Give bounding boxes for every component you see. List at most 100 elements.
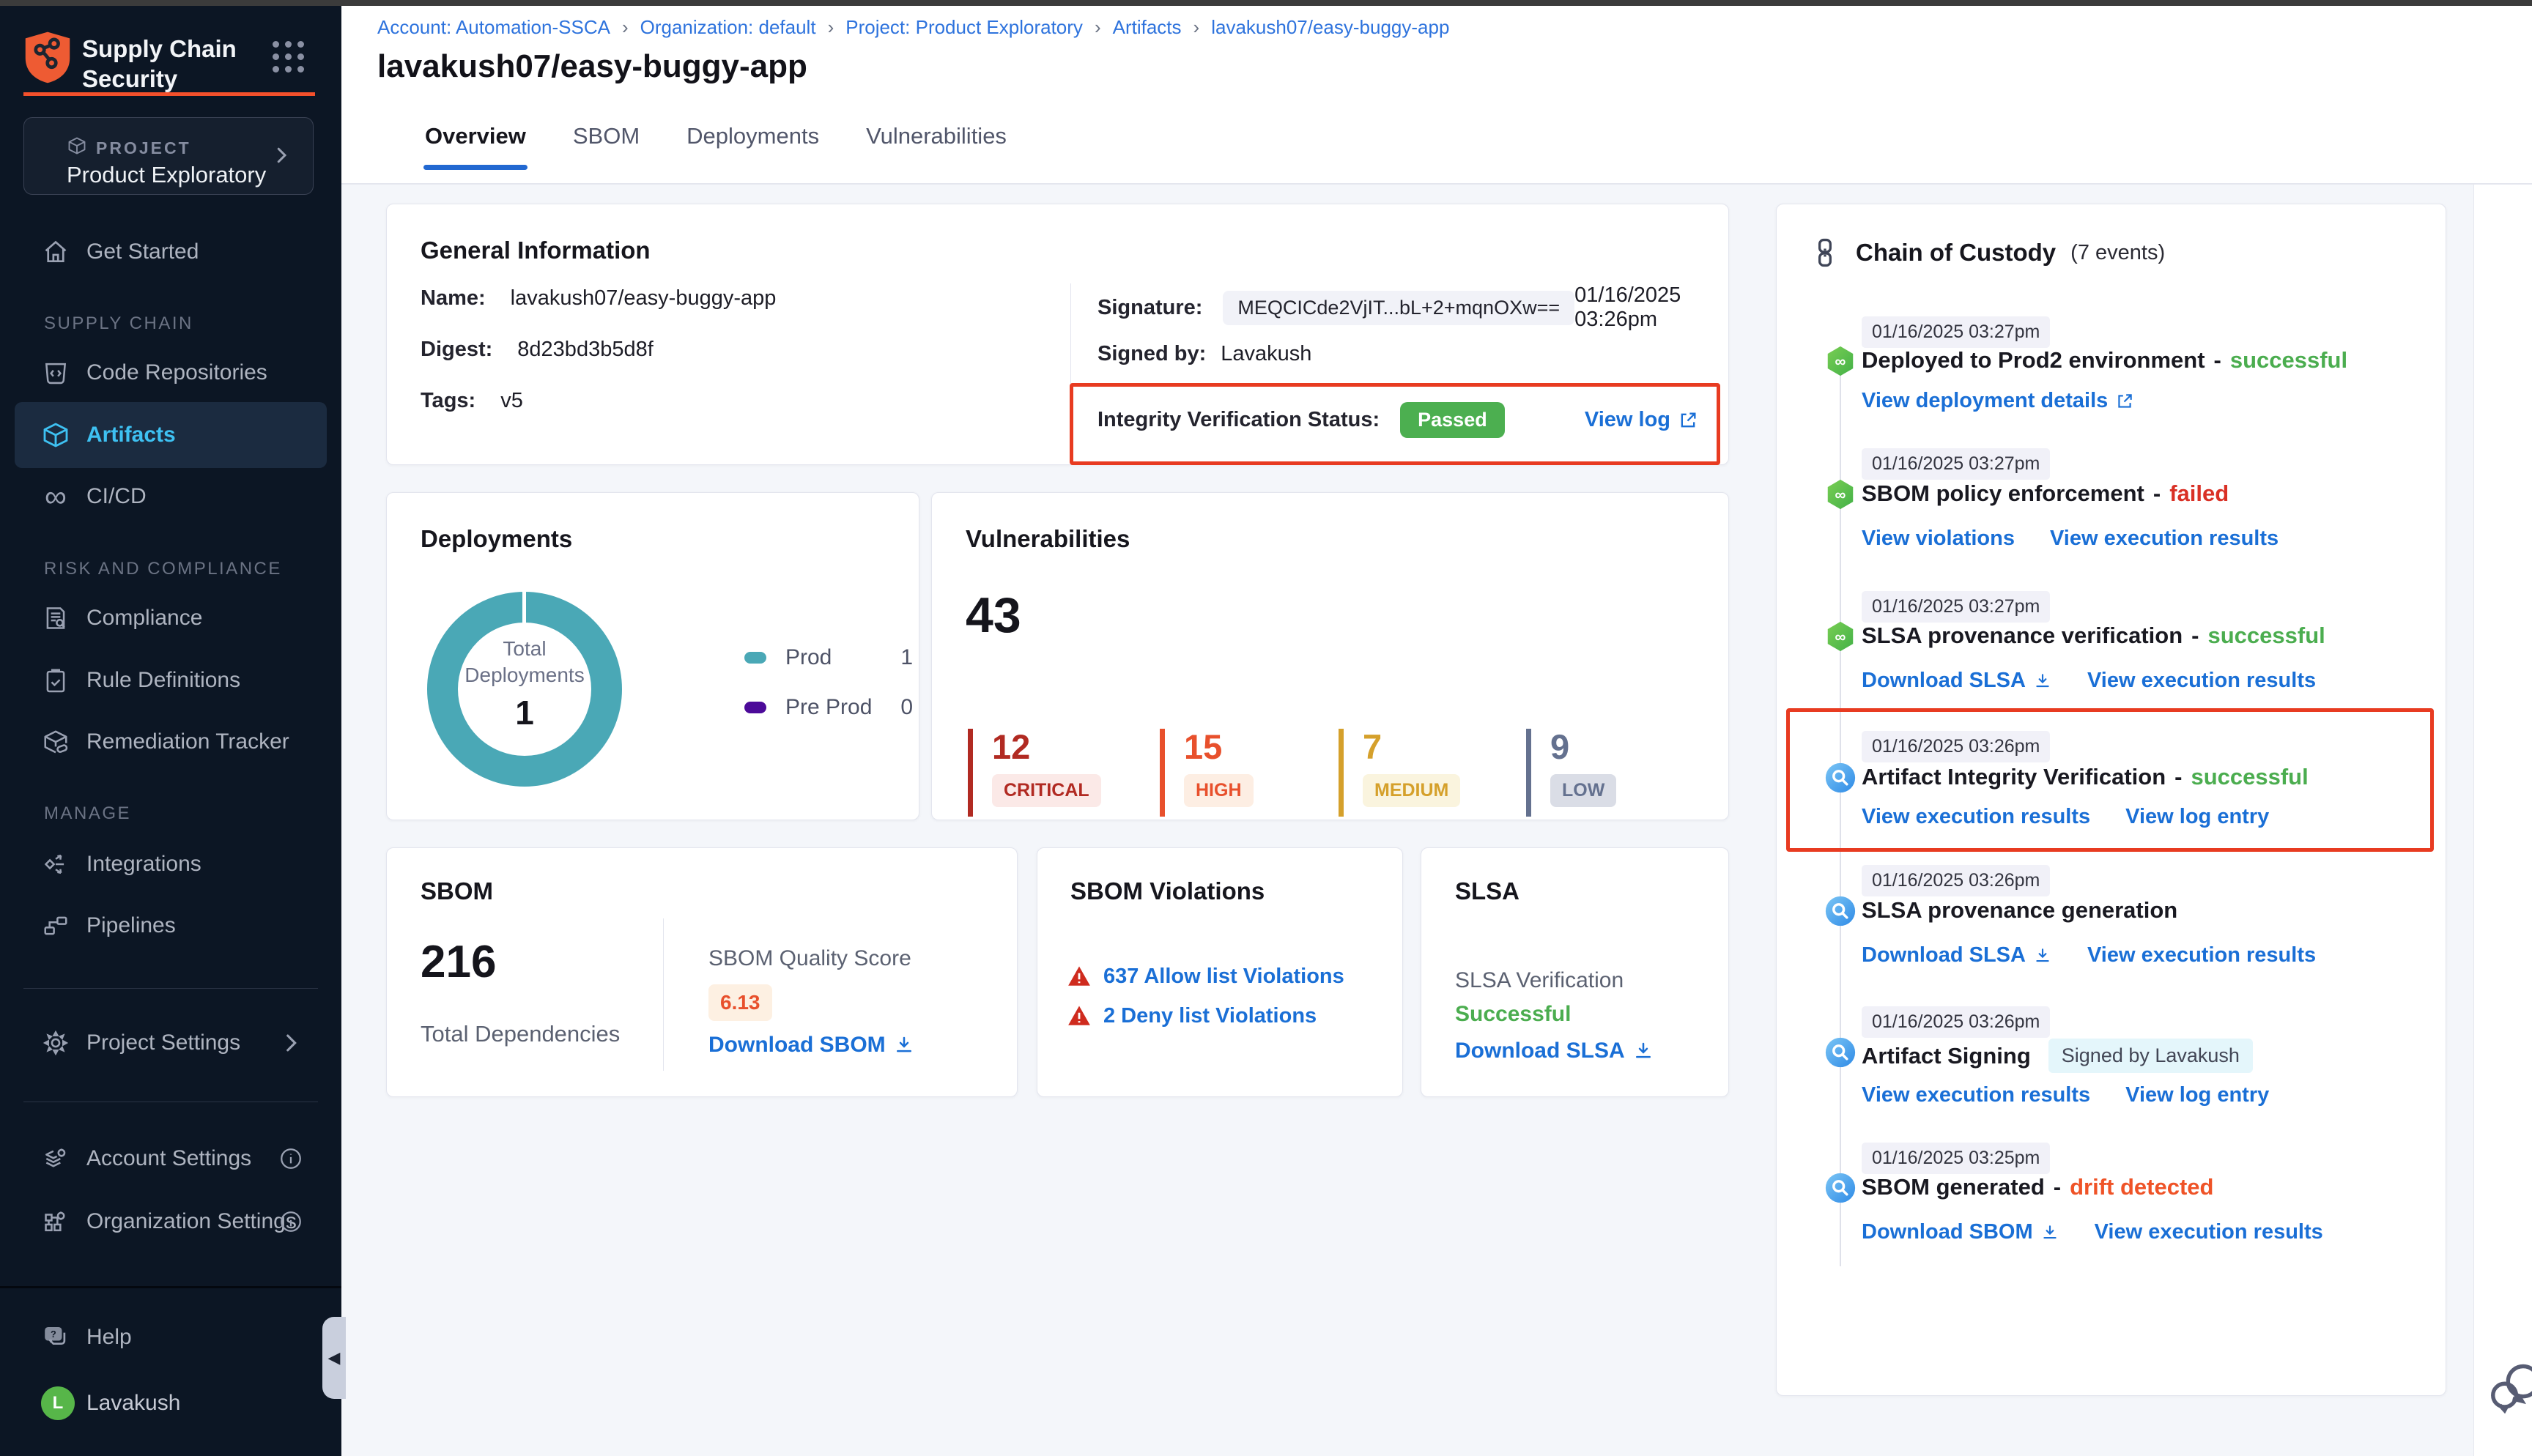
breadcrumb-organization[interactable]: Organization: default [640,16,816,39]
deployments-card: Deployments Total Deployments 1 Prod 1 P… [386,492,919,820]
allow-list-violations: 637 Allow list Violations [1067,964,1344,989]
view-execution-results-link[interactable]: View execution results [2095,1220,2323,1244]
module-grid-icon[interactable] [273,41,305,73]
download-slsa-link[interactable]: Download SLSA [1862,669,2052,693]
sidebar-item-code-repositories[interactable]: Code Repositories [0,343,341,402]
integrity-status-badge: Passed [1400,402,1505,438]
event-title-row: Deployed to Prod2 environment - successf… [1862,347,2347,374]
download-icon [893,1034,915,1056]
project-selector[interactable]: PROJECT Product Exploratory [23,117,314,195]
view-log-entry-link[interactable]: View log entry [2125,805,2269,829]
sidebar-divider [23,988,318,989]
pipeline-hexagon-icon: ∞ [1824,478,1857,511]
sidebar: Supply Chain Security PROJECT Product Ex… [0,0,341,1456]
pipeline-hexagon-icon: ∞ [1824,620,1857,653]
view-log-link[interactable]: View log [1585,408,1698,432]
view-execution-results-link[interactable]: View execution results [1862,805,2090,829]
tab-overview[interactable]: Overview [425,123,526,170]
chevron-right-icon [270,144,292,166]
tags-value: v5 [500,389,523,413]
signature-value: MEQCICde2VjIT...bL+2+mqnOXw== [1223,291,1574,325]
view-execution-results-link[interactable]: View execution results [2087,669,2316,693]
sidebar-user[interactable]: L Lavakush [0,1374,341,1433]
breadcrumb-separator: › [1095,16,1101,39]
deny-list-violations: 2 Deny list Violations [1067,1003,1317,1028]
sidebar-item-remediation-tracker[interactable]: Remediation Tracker [0,713,341,771]
sidebar-item-compliance[interactable]: Compliance [0,589,341,647]
slsa-verification-label: SLSA Verification [1455,968,1624,993]
infinity-icon: ∞ [41,482,70,511]
tab-vulnerabilities[interactable]: Vulnerabilities [866,123,1007,170]
supply-chain-security-logo-icon [23,29,72,85]
pipeline-hexagon-icon: ∞ [1824,344,1857,378]
scanner-circle-icon [1824,761,1857,795]
chat-support-icon[interactable] [2490,1359,2532,1415]
sidebar-item-help[interactable]: ? Help [0,1308,341,1367]
sidebar-item-project-settings[interactable]: Project Settings [0,1014,341,1072]
event-timestamp: 01/16/2025 03:26pm [1862,731,2050,762]
cube-icon [67,135,87,156]
home-icon [41,237,70,267]
sidebar-item-organization-settings[interactable]: Organization Settings [0,1192,341,1251]
view-execution-results-link[interactable]: View execution results [2050,527,2279,551]
prod-legend-dot [744,652,766,664]
legend-item-prod: Prod 1 [744,645,913,670]
breadcrumb-separator: › [1193,16,1200,39]
breadcrumb-project[interactable]: Project: Product Exploratory [845,16,1083,39]
signed-by-badge: Signed by Lavakush [2048,1039,2253,1073]
chain-of-custody-count: (7 events) [2070,241,2165,265]
project-label: PROJECT [96,138,191,158]
tab-deployments[interactable]: Deployments [686,123,819,170]
sidebar-item-account-settings[interactable]: Account Settings [0,1129,341,1188]
download-icon [2033,946,2052,965]
breadcrumb-separator: › [828,16,834,39]
sidebar-item-rule-definitions[interactable]: Rule Definitions [0,651,341,710]
compliance-doc-icon [41,603,70,633]
gear-icon [41,1028,70,1058]
view-log-entry-link[interactable]: View log entry [2125,1083,2269,1107]
view-execution-results-link[interactable]: View execution results [1862,1083,2090,1107]
sidebar-item-integrations[interactable]: Integrations [0,835,341,894]
download-sbom-link[interactable]: Download SBOM [708,1033,915,1058]
breadcrumb-artifacts[interactable]: Artifacts [1113,16,1182,39]
breadcrumb-current[interactable]: lavakush07/easy-buggy-app [1211,16,1449,39]
view-violations-link[interactable]: View violations [1862,527,2015,551]
signed-by-value: Lavakush [1221,342,1311,366]
general-info-divider [1070,283,1071,440]
download-slsa-link[interactable]: Download SLSA [1455,1039,1654,1063]
digest-value: 8d23bd3b5d8f [517,338,653,362]
sbom-card: SBOM 216 Total Dependencies SBOM Quality… [386,847,1018,1097]
sbom-quality-score: 6.13 [708,984,772,1021]
breadcrumb: Account: Automation-SSCA › Organization:… [377,16,1449,39]
scanner-circle-icon [1824,894,1857,928]
download-slsa-link[interactable]: Download SLSA [1862,943,2052,967]
event-title-row: Artifact Signing Signed by Lavakush [1862,1039,2253,1073]
scanner-circle-icon [1824,1036,1857,1069]
event-timestamp: 01/16/2025 03:26pm [1862,1006,2050,1038]
breadcrumb-account[interactable]: Account: Automation-SSCA [377,16,610,39]
sidebar-item-pipelines[interactable]: Pipelines [0,896,341,955]
download-sbom-link[interactable]: Download SBOM [1862,1220,2059,1244]
view-execution-results-link[interactable]: View execution results [2087,943,2316,967]
tags-label: Tags: [421,389,475,413]
sidebar-item-get-started[interactable]: Get Started [0,223,341,281]
scanner-circle-icon [1824,1171,1857,1205]
slsa-card: SLSA SLSA Verification Successful Downlo… [1421,847,1729,1097]
info-icon [278,1146,303,1171]
vulnerabilities-total: 43 [966,587,1021,644]
sidebar-collapse-handle[interactable]: ◀ [322,1317,346,1399]
event-status: drift detected [2070,1174,2213,1200]
event-title-row: SLSA provenance generation [1862,897,2177,924]
sidebar-item-cicd[interactable]: ∞ CI/CD [0,467,341,526]
event-title-row: Artifact Integrity Verification - succes… [1862,764,2309,790]
event-title-row: SBOM policy enforcement - failed [1862,480,2229,507]
tab-sbom[interactable]: SBOM [573,123,640,170]
view-deployment-details-link[interactable]: View deployment details [1862,389,2134,413]
svg-text:∞: ∞ [1835,353,1846,370]
download-icon [2033,672,2052,691]
signed-by-label: Signed by: [1097,342,1206,366]
sidebar-item-artifacts[interactable]: Artifacts [15,402,327,468]
sidebar-bottom-divider [0,1286,341,1288]
warning-triangle-icon [1067,964,1092,989]
event-timestamp: 01/16/2025 03:26pm [1862,865,2050,896]
